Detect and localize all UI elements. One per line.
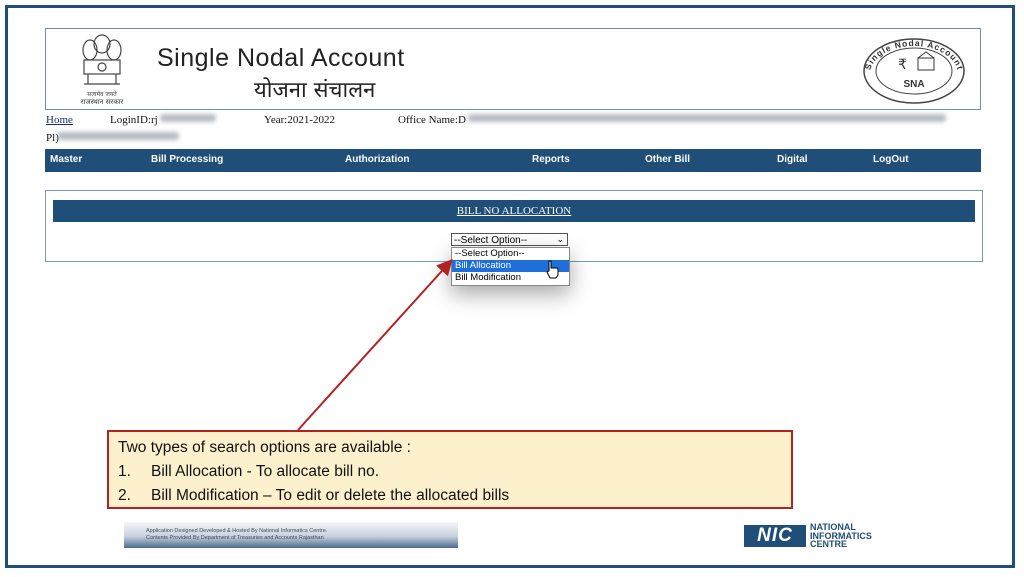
footer-banner: Application Designed Developed & Hosted … [124,522,458,548]
nic-logo-mark: NIC [744,525,806,547]
explanation-callout: Two types of search options are availabl… [107,430,793,509]
callout-item2-num: 2. [118,487,131,504]
callout-item2-text: Bill Modification – To edit or delete th… [151,487,510,504]
footer-line1: Application Designed Developed & Hosted … [146,528,328,534]
nic-logo-text: NATIONAL INFORMATICS CENTRE [810,522,872,549]
footer-line2: Contents Provided By Department of Treas… [146,535,324,541]
callout-intro: Two types of search options are availabl… [118,439,411,456]
callout-item1-num: 1. [118,463,131,480]
callout-item1-text: Bill Allocation - To allocate bill no. [151,463,380,480]
